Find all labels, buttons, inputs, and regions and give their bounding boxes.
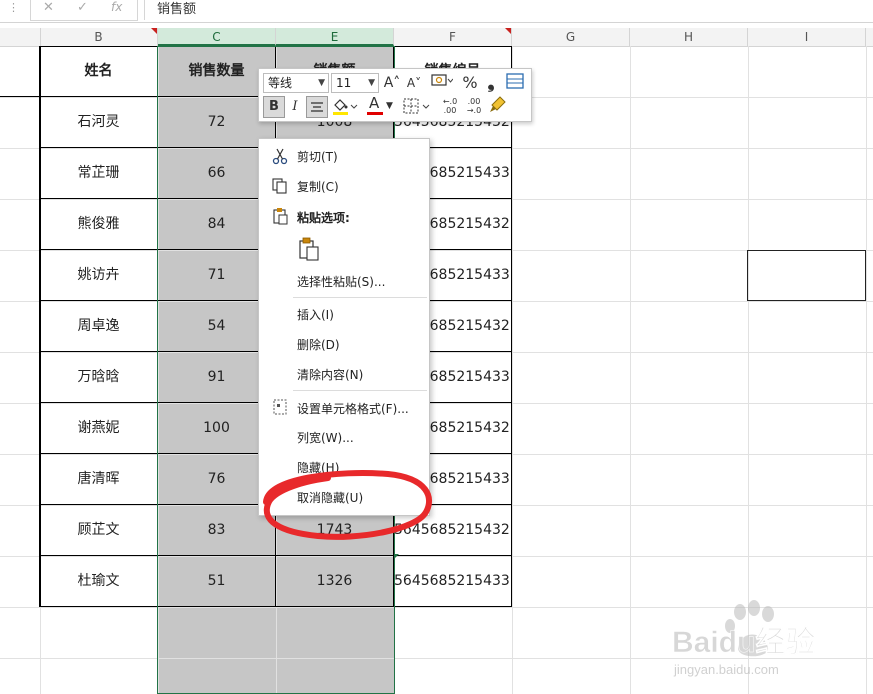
table-cell-name[interactable]: 石河灵 [40,97,157,148]
menu-item-label: 列宽(W)... [297,431,354,445]
grow-font-button[interactable]: A˄ [383,72,401,94]
table-cell-name[interactable]: 常芷珊 [40,148,157,199]
menu-item-label: 设置单元格格式(F)... [297,402,409,416]
baidu-logo: Baidu经验 [672,600,816,659]
table-cell-name[interactable]: 顾芷文 [40,505,157,556]
column-header-f[interactable]: F [394,28,512,46]
menu-item-label: 复制(C) [297,180,339,194]
font-name-dropdown[interactable]: 等线 ▼ [263,73,329,93]
accounting-icon [431,74,454,86]
wrap-format-button[interactable] [505,73,525,95]
table-cell-name[interactable]: 周卓逸 [40,301,157,352]
menu-item-label: 删除(D) [297,338,340,352]
mini-toolbar: 等线 ▼ 11 ▼ A˄ A˅ % ❟ B I A ▼ ←.0 .00 .00 … [258,68,532,122]
borders-icon [403,98,430,114]
bold-button[interactable]: B [263,96,285,118]
confirm-icon[interactable]: ✓ [77,0,88,15]
decrease-decimal-button[interactable]: .00 →.0 [463,97,485,119]
watermark: Baidu经验 jingyan.baidu.com [668,596,873,694]
shrink-font-button[interactable]: A˅ [405,72,423,94]
format-painter-icon [490,96,506,112]
formula-bar: ⋮ ✕ ✓ fx 销售额 [0,0,873,23]
font-color-letter: A [369,94,380,112]
format-table-icon [506,73,524,89]
table-cell-name[interactable]: 唐清晖 [40,454,157,505]
formula-buttons: ✕ ✓ fx [30,0,138,21]
chevron-down-icon: ▼ [368,78,375,88]
table-cell-name[interactable]: 谢燕妮 [40,403,157,454]
menu-item-label: 隐藏(H) [297,461,340,475]
menu-item-label: 选择性粘贴(S)... [297,275,386,289]
fill-color-icon [333,99,358,115]
table-cell-sales[interactable]: 1326 [276,556,393,607]
column-header-j[interactable] [866,28,873,46]
italic-button[interactable]: I [286,96,304,118]
column-header-c[interactable]: C [158,28,276,46]
chevron-down-icon: ▼ [386,101,393,111]
comment-marker [151,28,157,34]
menu-separator [293,390,427,391]
copy-icon [272,178,287,194]
table-cell-name[interactable]: 杜瑜文 [40,556,157,607]
chevron-down-icon: ▼ [318,78,325,88]
comma-style-button[interactable]: ❟ [483,72,499,94]
menu-separator [293,297,427,298]
column-header-i[interactable]: I [748,28,866,46]
font-size-value: 11 [336,76,352,90]
context-menu: 剪切(T) 复制(C) 粘贴选项: 选择性粘贴(S)... 插入(I) 删除(D… [258,138,430,516]
table-cell-name[interactable]: 熊俊雅 [40,199,157,250]
header-name[interactable]: 姓名 [40,46,157,97]
align-center-icon [311,102,323,112]
formula-content: 销售额 [157,2,197,17]
column-header-h[interactable]: H [630,28,748,46]
format-cells-icon [273,399,287,415]
font-color-button[interactable]: A ▼ [365,94,395,117]
menu-item-label: 清除内容(N) [297,368,364,382]
watermark-site: jingyan.baidu.com [674,662,779,677]
cancel-icon[interactable]: ✕ [43,0,54,15]
increase-decimal-button[interactable]: ←.0 .00 [439,97,461,119]
menu-item-label: 剪切(T) [297,150,338,164]
column-header-a[interactable] [0,28,41,46]
watermark-brand: Baidu经验 [672,625,815,659]
active-cell[interactable] [747,250,866,301]
comment-marker [505,28,511,34]
column-header-b[interactable]: B [40,28,158,46]
table-cell-qty[interactable]: 51 [158,556,275,607]
center-align-button[interactable] [306,96,328,118]
percent-style-button[interactable]: % [461,72,479,94]
table-cell-name[interactable]: 姚访卉 [40,250,157,301]
column-header-row: B C E F G H I [0,28,873,47]
scissors-icon [272,148,288,165]
menu-item-label: 粘贴选项: [297,211,350,225]
column-header-g[interactable]: G [512,28,630,46]
insert-function-icon[interactable]: fx [111,0,122,14]
table-cell-name[interactable]: 万晗晗 [40,352,157,403]
font-color-bar [367,112,383,115]
column-header-e[interactable]: E [276,28,394,46]
font-name-value: 等线 [268,76,293,90]
accounting-format-button[interactable] [427,72,457,94]
table-cell-code[interactable]: 5645685215433 [394,556,511,607]
menu-item-label: 插入(I) [297,308,334,322]
paste-icon [299,237,319,261]
borders-button[interactable] [401,95,433,117]
error-indicator [394,554,399,559]
clipboard-icon [273,208,288,225]
fill-color-button[interactable] [331,95,359,117]
font-size-dropdown[interactable]: 11 ▼ [331,73,379,93]
formula-bar-menu-icon[interactable]: ⋮ [8,1,19,14]
menu-item-label: 取消隐藏(U) [297,491,364,505]
formula-input[interactable]: 销售额 [144,0,873,20]
format-painter-button[interactable] [487,95,509,117]
